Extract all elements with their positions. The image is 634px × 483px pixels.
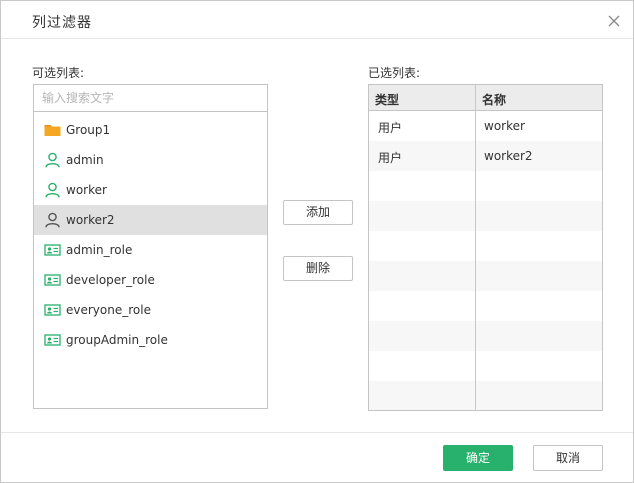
column-divider <box>475 85 476 410</box>
empty-table-row <box>369 381 602 410</box>
list-item-label: worker <box>66 183 107 197</box>
add-button[interactable]: 添加 <box>283 200 353 225</box>
empty-table-row <box>369 291 602 321</box>
cancel-button[interactable]: 取消 <box>533 445 603 471</box>
empty-table-row <box>369 201 602 231</box>
list-item-label: developer_role <box>66 273 155 287</box>
selected-list-label: 已选列表: <box>368 66 421 80</box>
dialog-header: 列过滤器 <box>1 1 633 39</box>
empty-table-row <box>369 231 602 261</box>
role-card-icon <box>44 242 61 258</box>
dialog-body: 可选列表: Group1 <box>1 40 633 432</box>
dialog-footer: 确定 取消 <box>1 432 633 482</box>
cell-name: worker2 <box>484 149 533 163</box>
ok-button[interactable]: 确定 <box>443 445 513 471</box>
list-item-group1[interactable]: Group1 <box>34 115 267 145</box>
selected-table: 类型 名称 用户 worker 用户 worker2 <box>368 84 603 411</box>
list-item-developer-role[interactable]: developer_role <box>34 265 267 295</box>
empty-table-row <box>369 261 602 291</box>
user-icon <box>44 182 61 198</box>
list-item-label: groupAdmin_role <box>66 333 168 347</box>
cell-name: worker <box>484 119 525 133</box>
list-item-label: admin <box>66 153 104 167</box>
available-list: Group1 admin worker worker2 admin_role d… <box>34 115 267 355</box>
list-item-worker[interactable]: worker <box>34 175 267 205</box>
table-row[interactable]: 用户 worker2 <box>369 141 602 171</box>
column-filter-dialog: 列过滤器 可选列表: Group1 <box>0 0 634 483</box>
user-icon <box>44 212 61 228</box>
table-row[interactable]: 用户 worker <box>369 111 602 141</box>
list-item-admin[interactable]: admin <box>34 145 267 175</box>
empty-table-row <box>369 351 602 381</box>
list-item-label: admin_role <box>66 243 133 257</box>
column-header-name: 名称 <box>482 93 507 107</box>
list-item-groupadmin-role[interactable]: groupAdmin_role <box>34 325 267 355</box>
list-item-label: Group1 <box>66 123 111 137</box>
role-card-icon <box>44 332 61 348</box>
search-input[interactable] <box>34 85 267 112</box>
remove-button[interactable]: 删除 <box>283 256 353 281</box>
close-icon[interactable] <box>606 13 622 29</box>
role-card-icon <box>44 302 61 318</box>
list-item-everyone-role[interactable]: everyone_role <box>34 295 267 325</box>
list-item-label: worker2 <box>66 213 115 227</box>
table-header: 类型 名称 <box>369 85 602 111</box>
list-item-admin-role[interactable]: admin_role <box>34 235 267 265</box>
available-list-panel: Group1 admin <box>33 84 268 409</box>
list-item-worker2[interactable]: worker2 <box>34 205 267 235</box>
role-card-icon <box>44 272 61 288</box>
empty-table-row <box>369 321 602 351</box>
empty-table-row <box>369 171 602 201</box>
column-header-type: 类型 <box>375 93 400 107</box>
cell-type: 用户 <box>378 151 403 165</box>
user-icon <box>44 152 61 168</box>
folder-icon <box>44 122 61 138</box>
dialog-title: 列过滤器 <box>32 15 92 31</box>
available-list-label: 可选列表: <box>32 66 85 80</box>
list-item-label: everyone_role <box>66 303 151 317</box>
cell-type: 用户 <box>378 121 403 135</box>
